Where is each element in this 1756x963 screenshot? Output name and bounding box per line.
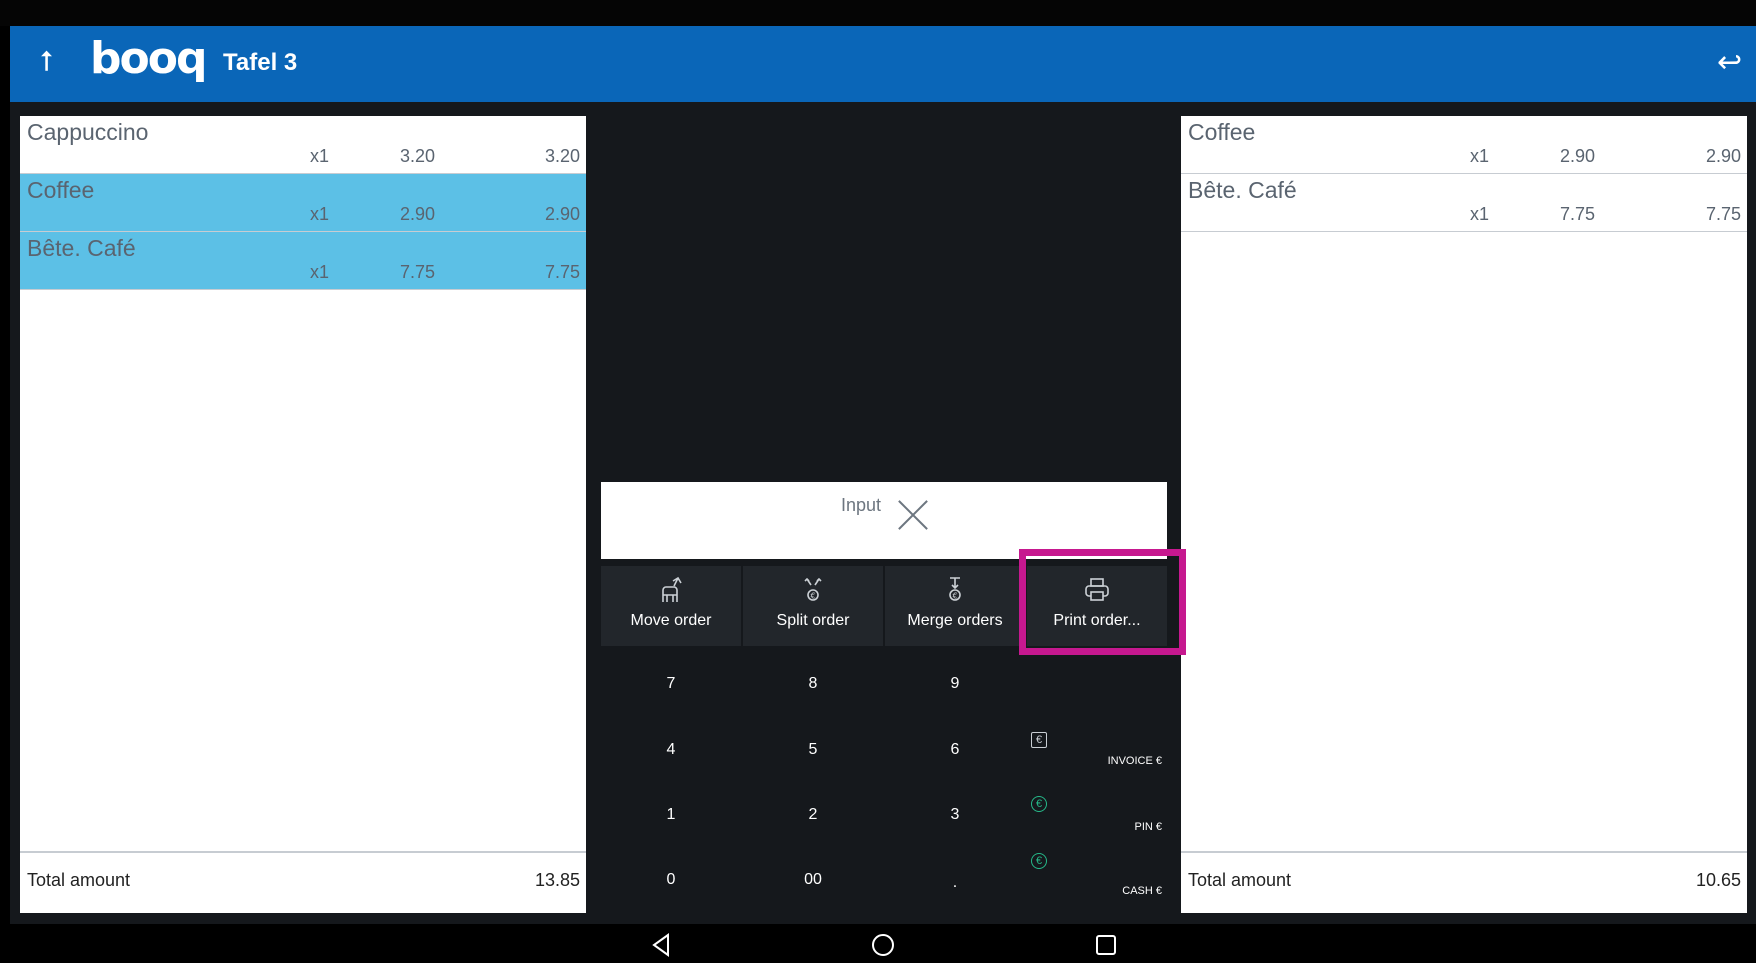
page-title: Tafel 3 (223, 49, 298, 76)
key-7[interactable]: 7 (601, 654, 741, 714)
split-order-label: Split order (776, 612, 850, 629)
key-2[interactable]: 2 (743, 785, 883, 845)
item-unit-price: 2.90 (400, 204, 436, 224)
euro-coin-icon: € (1031, 853, 1047, 869)
key-4[interactable]: 4 (601, 720, 741, 780)
item-total: 3.20 (544, 146, 580, 166)
total-amount: 13.85 (534, 870, 580, 890)
nav-recents-icon[interactable] (1093, 932, 1119, 958)
key-1[interactable]: 1 (601, 785, 741, 845)
input-label: Input (841, 495, 882, 515)
item-total: 2.90 (544, 204, 580, 224)
split-order-button[interactable]: € Split order (743, 566, 883, 646)
split-icon: € (804, 577, 822, 601)
item-name: Coffee (1188, 119, 1256, 145)
order-row[interactable]: Coffee x1 2.90 2.90 (20, 174, 586, 232)
key-9[interactable]: 9 (885, 654, 1025, 714)
total-label: Total amount (27, 870, 131, 890)
total-row: Total amount 10.65 (1181, 851, 1747, 913)
order-row[interactable]: Coffee x1 2.90 2.90 (1181, 116, 1747, 174)
item-total: 7.75 (1705, 204, 1741, 224)
move-chair-icon (662, 576, 682, 602)
total-row: Total amount 13.85 (20, 851, 586, 913)
key-8[interactable]: 8 (743, 654, 883, 714)
total-amount: 10.65 (1695, 870, 1741, 890)
invoice-label: INVOICE € (1107, 755, 1162, 767)
order-row[interactable]: Bête. Café x1 7.75 7.75 (1181, 174, 1747, 232)
merge-icon: € (949, 577, 961, 601)
svg-text:€: € (810, 592, 815, 601)
item-qty: x1 (310, 262, 330, 282)
item-unit-price: 2.90 (1560, 146, 1596, 166)
key-decimal[interactable]: . (885, 850, 1025, 910)
order-row[interactable]: Cappuccino x1 3.20 3.20 (20, 116, 586, 174)
cash-label: CASH € (1122, 885, 1162, 897)
total-label: Total amount (1188, 870, 1292, 890)
order-row[interactable]: Bête. Café x1 7.75 7.75 (20, 232, 586, 290)
key-3[interactable]: 3 (885, 785, 1025, 845)
item-qty: x1 (310, 204, 330, 224)
item-name: Cappuccino (27, 119, 149, 145)
back-icon[interactable]: ↩ (1717, 48, 1742, 78)
key-00[interactable]: 00 (743, 850, 883, 910)
key-0[interactable]: 0 (601, 850, 741, 910)
move-order-button[interactable]: Move order (601, 566, 741, 646)
item-total: 7.75 (544, 262, 580, 282)
item-unit-price: 7.75 (400, 262, 436, 282)
nav-back-icon[interactable] (649, 932, 675, 958)
pin-label: PIN € (1134, 821, 1162, 833)
invoice-icon: € (1031, 732, 1047, 748)
item-qty: x1 (1470, 146, 1490, 166)
item-name: Bête. Café (27, 235, 136, 261)
euro-coin-icon: € (1031, 796, 1047, 812)
item-total: 2.90 (1705, 146, 1741, 166)
source-order-panel: Cappuccino x1 3.20 3.20 Coffee x1 2.90 2… (20, 116, 586, 913)
key-6[interactable]: 6 (885, 720, 1025, 780)
status-bar (0, 0, 1756, 26)
close-icon[interactable] (897, 499, 929, 531)
svg-text:€: € (952, 592, 957, 601)
booq-logo: booq (90, 33, 207, 84)
item-qty: x1 (1470, 204, 1490, 224)
item-unit-price: 7.75 (1560, 204, 1596, 224)
item-name: Coffee (27, 177, 95, 203)
key-5[interactable]: 5 (743, 720, 883, 780)
merge-orders-label: Merge orders (907, 612, 1003, 629)
move-order-label: Move order (630, 612, 712, 629)
item-qty: x1 (310, 146, 330, 166)
input-field[interactable]: Input (601, 482, 1167, 559)
item-unit-price: 3.20 (400, 146, 436, 166)
app-bar: ⭡ booq Tafel 3 ↩ (10, 26, 1756, 102)
system-nav-bar (0, 924, 1756, 963)
nav-home-icon[interactable] (870, 932, 896, 958)
item-name: Bête. Café (1188, 177, 1297, 203)
up-arrow-icon[interactable]: ⭡ (40, 48, 53, 76)
merge-orders-button[interactable]: € Merge orders (885, 566, 1025, 646)
highlight-box (1019, 549, 1186, 655)
target-order-panel: Coffee x1 2.90 2.90 Bête. Café x1 7.75 7… (1181, 116, 1747, 913)
